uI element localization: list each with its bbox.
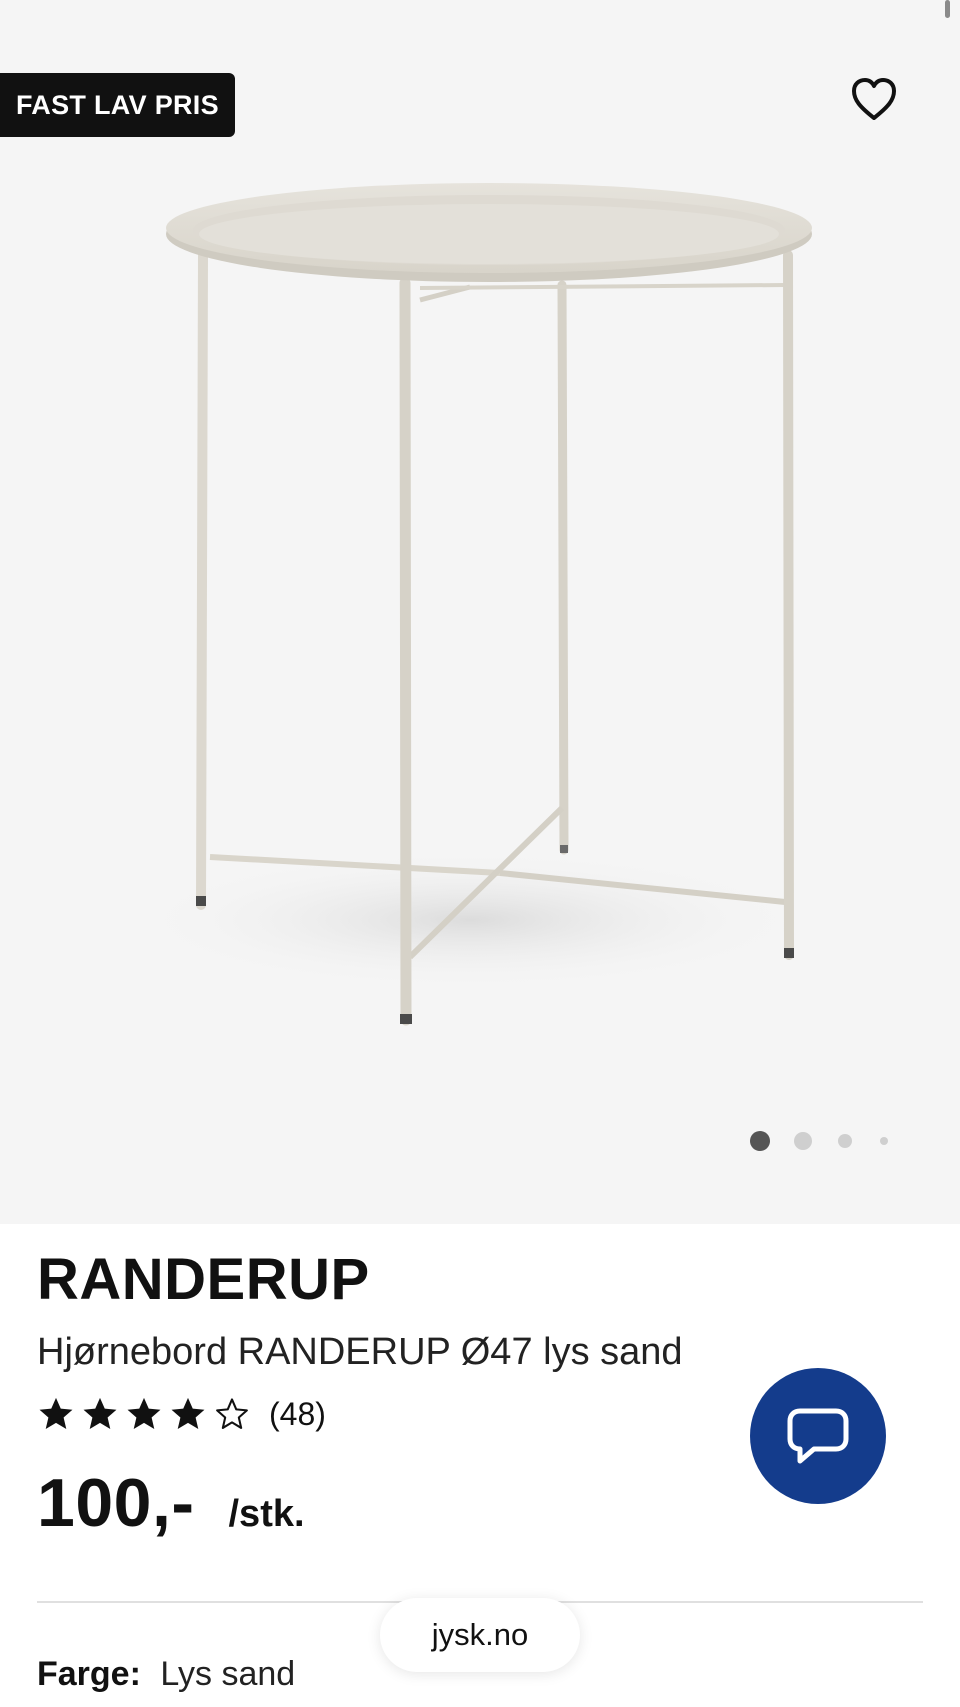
star-outline-icon	[216, 1398, 248, 1429]
product-image	[130, 183, 812, 1026]
star-filled-icon	[83, 1397, 117, 1430]
gallery-pagination	[750, 1130, 888, 1152]
low-price-badge: FAST LAV PRIS	[0, 73, 235, 137]
chat-button[interactable]	[750, 1368, 886, 1504]
price-value: 100,-	[37, 1465, 195, 1541]
review-count: (48)	[269, 1396, 326, 1432]
gallery-dot-2[interactable]	[794, 1132, 812, 1150]
product-description: Hjørnebord RANDERUP Ø47 lys sand	[37, 1331, 683, 1373]
star-filled-icon	[171, 1397, 205, 1430]
chat-bubble-icon	[787, 1408, 849, 1464]
price-unit: /stk.	[228, 1493, 305, 1535]
browser-url-bar[interactable]: jysk.no	[380, 1598, 580, 1672]
star-filled-icon	[39, 1397, 73, 1430]
star-filled-icon	[127, 1397, 161, 1430]
gallery-dot-3[interactable]	[838, 1134, 852, 1148]
color-value: Lys sand	[160, 1655, 296, 1693]
color-label: Farge:	[37, 1655, 141, 1693]
favorite-button[interactable]	[850, 76, 898, 122]
product-rating[interactable]: (48)	[37, 1392, 326, 1436]
product-image-gallery[interactable]: FAST LAV PRIS	[0, 0, 960, 1224]
product-title: RANDERUP	[37, 1247, 370, 1312]
heart-outline-icon	[852, 78, 896, 120]
color-selector[interactable]: Farge: Lys sand	[37, 1654, 295, 1694]
gallery-dot-4[interactable]	[880, 1137, 888, 1145]
product-page: FAST LAV PRIS RANDERUP Hjørnebord RANDER…	[0, 0, 960, 1707]
product-price: 100,- /stk.	[37, 1464, 305, 1542]
gallery-dot-1[interactable]	[750, 1131, 770, 1151]
